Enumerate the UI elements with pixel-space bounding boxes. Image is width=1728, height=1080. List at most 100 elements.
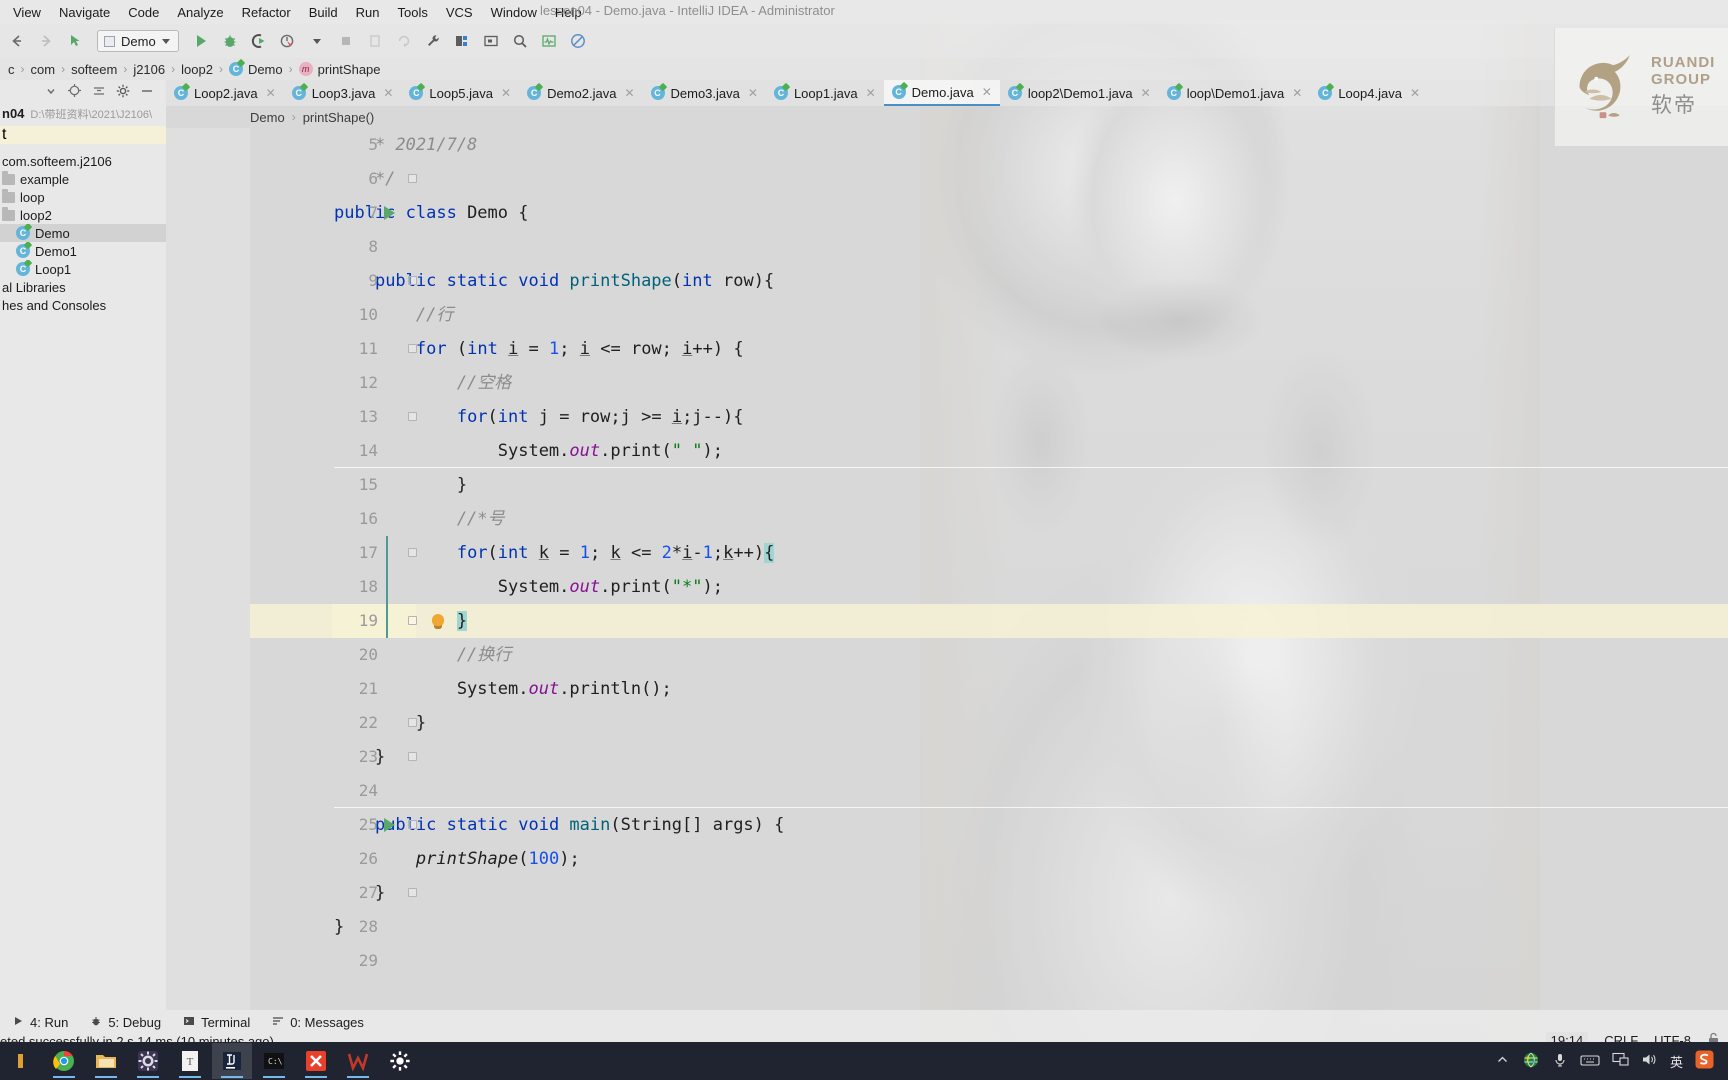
tree-item-loop1[interactable]: C Loop1 <box>0 260 166 278</box>
search-everywhere-icon[interactable] <box>507 28 533 54</box>
wps-icon[interactable] <box>338 1043 378 1079</box>
breadcrumb-item-loop2[interactable]: loop2 <box>175 62 219 77</box>
network-globe-icon[interactable] <box>1522 1051 1540 1072</box>
menu-item-refactor[interactable]: Refactor <box>233 3 300 22</box>
locate-icon[interactable] <box>67 83 82 103</box>
chevron-up-icon[interactable] <box>1495 1052 1510 1070</box>
fold-marker-icon[interactable] <box>408 412 417 421</box>
editor-tab-demo2-java[interactable]: C Demo2.java ✕ <box>519 80 642 106</box>
breadcrumb-item-com[interactable]: com <box>25 62 62 77</box>
close-icon[interactable]: ✕ <box>501 86 511 100</box>
display-icon[interactable] <box>1612 1052 1629 1070</box>
run-configuration-selector[interactable]: Demo <box>97 30 179 52</box>
microphone-icon[interactable] <box>1552 1052 1568 1071</box>
breadcrumb-root[interactable]: c <box>2 62 21 77</box>
breadcrumb-method[interactable]: printShape() <box>303 110 375 125</box>
editor-tab-loop4-java[interactable]: C Loop4.java ✕ <box>1310 80 1428 106</box>
settings-icon[interactable] <box>380 1043 420 1079</box>
editor-tab-demo-java[interactable]: C Demo.java ✕ <box>883 80 1000 106</box>
fold-marker-icon[interactable] <box>408 752 417 761</box>
editor-tab-loop5-java[interactable]: C Loop5.java ✕ <box>401 80 519 106</box>
code-line[interactable]: System.out.println(); <box>334 672 672 706</box>
typora-icon[interactable]: T <box>170 1043 210 1079</box>
stop-icon[interactable] <box>333 28 359 54</box>
menu-item-code[interactable]: Code <box>119 3 168 22</box>
debug-icon[interactable] <box>217 28 243 54</box>
sync-icon[interactable] <box>391 28 417 54</box>
close-icon[interactable]: ✕ <box>266 86 276 100</box>
menu-item-navigate[interactable]: Navigate <box>50 3 119 22</box>
menu-item-analyze[interactable]: Analyze <box>168 3 232 22</box>
intention-bulb-icon[interactable] <box>432 614 444 626</box>
fold-marker-icon[interactable] <box>408 616 417 625</box>
tree-item-demo[interactable]: C Demo <box>0 224 166 242</box>
tree-item-example[interactable]: example <box>0 170 166 188</box>
tree-item-com-softeem-j2106[interactable]: com.softeem.j2106 <box>0 152 166 170</box>
gear-icon[interactable] <box>116 84 130 103</box>
menu-item-window[interactable]: Window <box>482 3 546 22</box>
project-structure-icon[interactable] <box>449 28 475 54</box>
tree-row-partial[interactable]: t <box>0 126 166 144</box>
close-icon[interactable]: ✕ <box>982 85 992 99</box>
back-icon[interactable] <box>4 28 30 54</box>
chevron-down-icon[interactable] <box>45 84 57 102</box>
tree-item-hes-and-consoles[interactable]: hes and Consoles <box>0 296 166 314</box>
close-icon[interactable]: ✕ <box>1292 86 1302 100</box>
fold-marker-icon[interactable] <box>408 548 417 557</box>
editor-tab-loop1-java[interactable]: C Loop1.java ✕ <box>766 80 884 106</box>
editor-tab-loop3-java[interactable]: C Loop3.java ✕ <box>284 80 402 106</box>
run-icon[interactable] <box>188 28 214 54</box>
close-icon[interactable]: ✕ <box>748 86 758 100</box>
file-explorer-icon[interactable] <box>86 1043 126 1079</box>
breadcrumb-item-softeem[interactable]: softeem <box>65 62 123 77</box>
start-sliver[interactable] <box>2 1043 42 1079</box>
menu-item-build[interactable]: Build <box>300 3 347 22</box>
run-coverage-icon[interactable] <box>246 28 272 54</box>
hide-icon[interactable] <box>140 84 154 103</box>
build-icon[interactable] <box>362 28 388 54</box>
chrome-icon[interactable] <box>44 1043 84 1079</box>
keyboard-icon[interactable] <box>1580 1053 1600 1070</box>
tool-window-4-run[interactable]: 4: Run <box>12 1015 68 1030</box>
ime-indicator[interactable]: 英 <box>1670 1052 1683 1071</box>
editor-tab-loop2-java[interactable]: C Loop2.java ✕ <box>166 80 284 106</box>
editor-tab-loop2-demo1-java[interactable]: Cloop2\Demo1.java ✕ <box>1000 80 1159 106</box>
code-line[interactable]: System.out.print(" "); <box>334 434 723 468</box>
fold-marker-icon[interactable] <box>408 344 417 353</box>
tree-item-demo1[interactable]: C Demo1 <box>0 242 166 260</box>
close-icon[interactable]: ✕ <box>383 86 393 100</box>
settings-wrench-icon[interactable] <box>420 28 446 54</box>
code-line[interactable]: public static void main(String[] args) { <box>334 808 784 842</box>
editor-tab-demo3-java[interactable]: C Demo3.java ✕ <box>643 80 766 106</box>
menu-item-run[interactable]: Run <box>347 3 389 22</box>
intellij-idea-icon[interactable] <box>212 1043 252 1079</box>
fold-marker-icon[interactable] <box>408 174 417 183</box>
tool-window-0-messages[interactable]: 0: Messages <box>272 1015 364 1030</box>
fold-marker-icon[interactable] <box>408 718 417 727</box>
editor-tab-loop-demo1-java[interactable]: Cloop\Demo1.java ✕ <box>1159 80 1311 106</box>
close-icon[interactable]: ✕ <box>1141 86 1151 100</box>
code-line[interactable]: System.out.print("*"); <box>334 570 723 604</box>
collapse-all-icon[interactable] <box>92 84 106 103</box>
monitor-icon[interactable] <box>536 28 562 54</box>
close-icon[interactable]: ✕ <box>1410 86 1420 100</box>
gear-app-icon[interactable] <box>128 1043 168 1079</box>
close-icon[interactable]: ✕ <box>624 86 634 100</box>
tool-window-terminal[interactable]: Terminal <box>183 1015 250 1030</box>
fold-marker-icon[interactable] <box>408 888 417 897</box>
code-line[interactable]: for(int k = 1; k <= 2*i-1;k++){ <box>334 536 775 570</box>
code-line[interactable]: for(int j = row;j >= i;j--){ <box>334 400 744 434</box>
tree-item-loop[interactable]: loop <box>0 188 166 206</box>
close-icon[interactable]: ✕ <box>866 86 876 100</box>
no-entry-icon[interactable] <box>565 28 591 54</box>
run-gutter-icon[interactable] <box>384 206 395 220</box>
menu-item-vcs[interactable]: VCS <box>437 3 482 22</box>
volume-icon[interactable] <box>1641 1052 1658 1070</box>
breadcrumb-item-printshape[interactable]: m printShape <box>293 62 387 77</box>
breadcrumb-item-j2106[interactable]: j2106 <box>127 62 171 77</box>
breadcrumb-class[interactable]: Demo <box>250 110 285 125</box>
command-prompt-icon[interactable]: C:\ <box>254 1043 294 1079</box>
tree-item-al-libraries[interactable]: al Libraries <box>0 278 166 296</box>
terminal-icon[interactable] <box>478 28 504 54</box>
tree-item-loop2[interactable]: loop2 <box>0 206 166 224</box>
